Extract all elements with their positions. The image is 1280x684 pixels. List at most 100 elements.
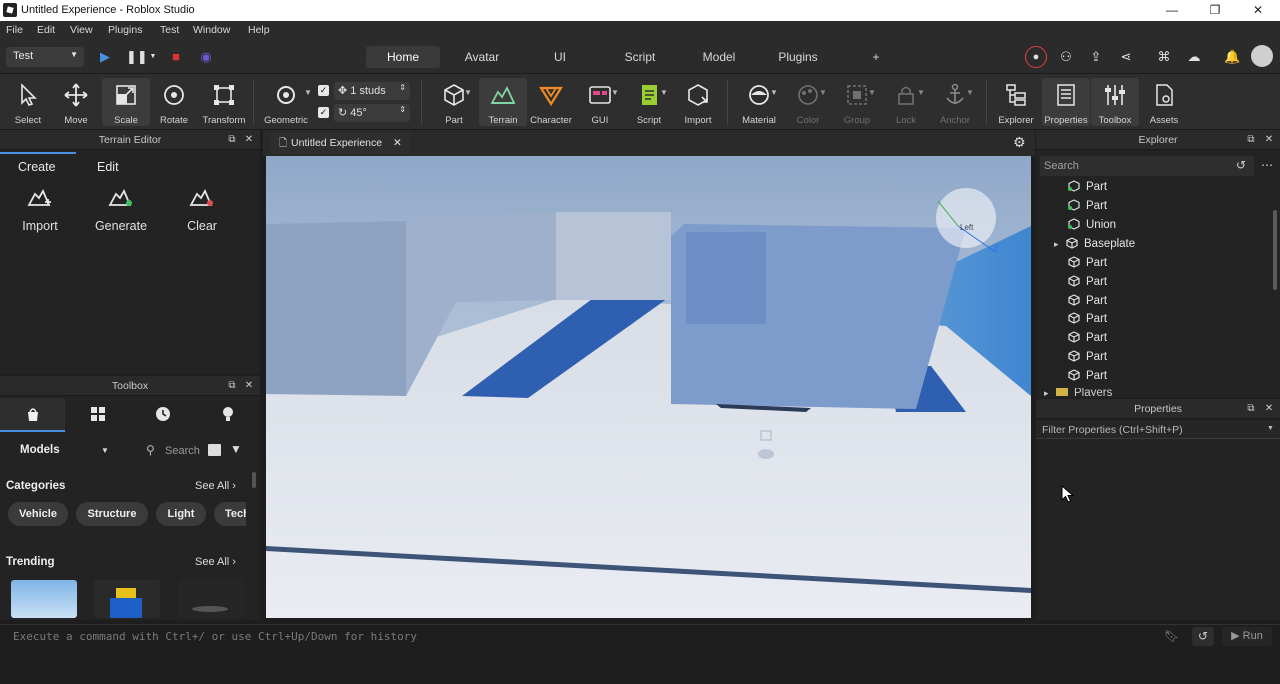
- chip-tech[interactable]: Tech: [214, 502, 246, 526]
- trending-item-avatar[interactable]: [94, 580, 160, 618]
- close-window-button[interactable]: ✕: [1238, 1, 1278, 19]
- tab-inventory[interactable]: [65, 398, 130, 432]
- chevron-down-icon[interactable]: ▼: [819, 88, 827, 106]
- menu-window[interactable]: Window: [193, 24, 230, 36]
- trending-see-all-link[interactable]: See All ›: [195, 556, 236, 568]
- close-icon[interactable]: ✕: [393, 137, 402, 149]
- person-icon[interactable]: ⚇: [1058, 49, 1074, 65]
- more-options-icon[interactable]: ⋯: [1261, 158, 1273, 172]
- viewport-settings-gear-icon[interactable]: ⚙: [1013, 134, 1026, 151]
- tree-item-part[interactable]: Part: [1068, 199, 1107, 217]
- minimize-button[interactable]: —: [1152, 1, 1192, 19]
- undock-icon[interactable]: ⧉: [226, 376, 238, 396]
- explorer-toggle-button[interactable]: Explorer: [992, 78, 1040, 126]
- add-tab-button[interactable]: +: [866, 46, 886, 68]
- avatar[interactable]: [1251, 45, 1273, 67]
- tab-model[interactable]: Model: [694, 46, 744, 68]
- tab-marketplace[interactable]: [0, 398, 65, 432]
- chevron-down-icon[interactable]: ▼: [966, 88, 974, 106]
- tab-edit[interactable]: Edit: [97, 160, 119, 180]
- close-icon[interactable]: ✕: [243, 130, 255, 150]
- tab-script[interactable]: Script: [614, 46, 666, 68]
- publish-icon[interactable]: ⇪: [1088, 49, 1104, 65]
- explorer-search-input[interactable]: Search ↺: [1040, 156, 1254, 176]
- rotate-tool-button[interactable]: Rotate: [150, 78, 198, 126]
- categories-see-all-link[interactable]: See All ›: [195, 480, 236, 492]
- select-tool-button[interactable]: Select: [4, 78, 52, 126]
- tab-recent[interactable]: [130, 398, 195, 432]
- explorer-scrollbar[interactable]: [1273, 210, 1277, 290]
- tab-create[interactable]: Create: [18, 160, 56, 180]
- undock-icon[interactable]: ⧉: [1245, 130, 1257, 150]
- properties-toggle-button[interactable]: Properties: [1042, 78, 1090, 126]
- angle-field[interactable]: ↻ 45° ⇕: [334, 104, 410, 122]
- trending-item-model[interactable]: [178, 580, 244, 618]
- chevron-down-icon[interactable]: ▼: [660, 88, 668, 106]
- test-run-icon[interactable]: ◉: [198, 49, 214, 65]
- tab-avatar[interactable]: Avatar: [452, 46, 512, 68]
- expand-arrow-icon[interactable]: ▸: [1054, 239, 1066, 250]
- menu-view[interactable]: View: [70, 24, 93, 36]
- tree-item-part[interactable]: Part: [1068, 312, 1107, 330]
- menu-file[interactable]: File: [6, 24, 23, 36]
- run-button[interactable]: ▶ Run: [1222, 627, 1272, 646]
- menu-test[interactable]: Test: [160, 24, 179, 36]
- chevron-down-icon[interactable]: ▼: [464, 88, 472, 106]
- chevron-down-icon[interactable]: ▼: [145, 49, 161, 65]
- category-select[interactable]: Models ▼: [8, 440, 122, 462]
- chevron-down-icon[interactable]: ▼: [770, 88, 778, 106]
- studs-field[interactable]: ✥ 1 studs ⇕: [334, 82, 410, 100]
- command-input[interactable]: Execute a command with Ctrl+/ or use Ctr…: [13, 630, 417, 643]
- stop-icon[interactable]: ■: [168, 49, 184, 65]
- tree-item-part[interactable]: Part: [1068, 180, 1107, 198]
- geometric-button[interactable]: Geometric: [262, 78, 310, 126]
- tree-item-part[interactable]: Part: [1068, 369, 1107, 387]
- snap-move-checkbox[interactable]: ✓: [318, 85, 329, 96]
- tree-item-baseplate[interactable]: ▸ Baseplate: [1054, 237, 1135, 255]
- transform-tool-button[interactable]: Transform: [200, 78, 248, 126]
- assets-toggle-button[interactable]: Assets: [1140, 78, 1188, 126]
- notification-bell-icon[interactable]: 🔔: [1224, 49, 1240, 65]
- play-icon[interactable]: ▶: [97, 49, 113, 65]
- stepper-icon[interactable]: ⇕: [399, 83, 406, 92]
- snap-rotate-checkbox[interactable]: ✓: [318, 107, 329, 118]
- terrain-import-button[interactable]: Import: [5, 188, 75, 233]
- cloud-icon[interactable]: ☁: [1186, 49, 1202, 65]
- expand-arrow-icon[interactable]: ▸: [1044, 388, 1056, 396]
- history-icon[interactable]: ↺: [1236, 158, 1246, 172]
- tree-item-part[interactable]: Part: [1068, 275, 1107, 293]
- tab-home[interactable]: Home: [366, 46, 440, 68]
- close-icon[interactable]: ✕: [1263, 399, 1275, 419]
- tree-item-part[interactable]: Part: [1068, 331, 1107, 349]
- undock-icon[interactable]: ⧉: [226, 130, 238, 150]
- close-icon[interactable]: ✕: [243, 376, 255, 396]
- tree-item-part[interactable]: Part: [1068, 350, 1107, 368]
- tree-item-part[interactable]: Part: [1068, 294, 1107, 312]
- filter-properties-input[interactable]: Filter Properties (Ctrl+Shift+P) ▼: [1036, 421, 1280, 439]
- tree-item-players-clipped[interactable]: ▸ Players: [1040, 388, 1250, 396]
- bookmark-icon[interactable]: 🔖︎: [1164, 629, 1179, 643]
- chevron-down-icon[interactable]: ▼: [868, 88, 876, 106]
- collaborate-icon[interactable]: ⌘: [1156, 49, 1172, 65]
- terrain-button[interactable]: Terrain: [479, 78, 527, 126]
- maximize-button[interactable]: ❐: [1195, 1, 1235, 19]
- view-cube-left-label[interactable]: Left: [960, 223, 973, 232]
- pause-icon[interactable]: ❚❚: [126, 49, 148, 65]
- image-filter-icon[interactable]: [208, 444, 221, 456]
- chevron-down-icon[interactable]: ▼: [611, 88, 619, 106]
- tree-item-part[interactable]: Part: [1068, 256, 1107, 274]
- history-icon[interactable]: ↺: [1192, 627, 1214, 646]
- menu-plugins[interactable]: Plugins: [108, 24, 142, 36]
- share-icon[interactable]: ⋖: [1118, 49, 1134, 65]
- import-button[interactable]: Import: [674, 78, 722, 126]
- tab-ui[interactable]: UI: [540, 46, 580, 68]
- record-icon[interactable]: ●: [1025, 46, 1047, 68]
- toolbox-scrollbar[interactable]: [252, 472, 256, 488]
- toolbox-toggle-button[interactable]: Toolbox: [1091, 78, 1139, 126]
- chip-light[interactable]: Light: [156, 502, 206, 526]
- menu-edit[interactable]: Edit: [37, 24, 55, 36]
- 3d-viewport[interactable]: Left Z: [266, 156, 1031, 618]
- terrain-generate-button[interactable]: Generate: [86, 188, 156, 233]
- chip-structure[interactable]: Structure: [76, 502, 148, 526]
- terrain-clear-button[interactable]: Clear: [167, 188, 237, 233]
